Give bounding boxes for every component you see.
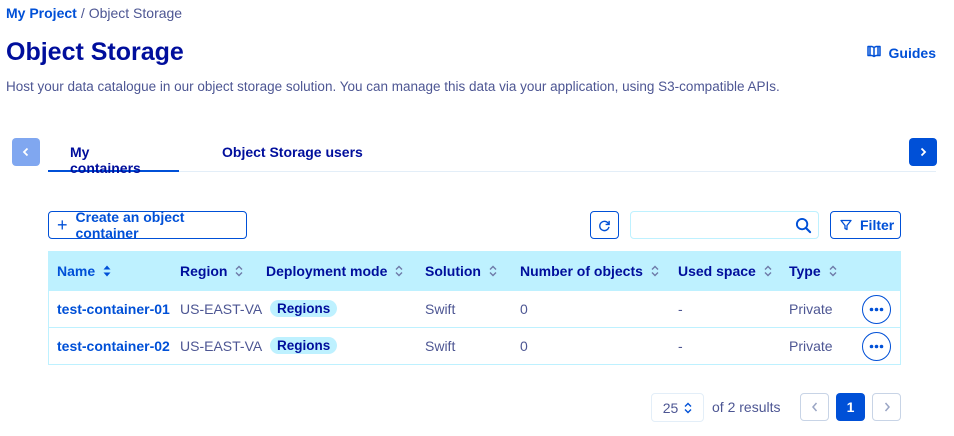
column-header-number-of-objects[interactable]: Number of objects bbox=[520, 263, 659, 279]
search-input[interactable] bbox=[635, 214, 785, 236]
chevron-right-icon bbox=[920, 147, 927, 157]
filter-label: Filter bbox=[860, 217, 895, 233]
table-row: test-container-01 US-EAST-VA Regions Swi… bbox=[49, 290, 900, 327]
guides-link[interactable]: Guides bbox=[866, 44, 936, 61]
row-actions-button[interactable] bbox=[862, 295, 891, 324]
sort-icon bbox=[651, 265, 659, 277]
chevron-right-icon bbox=[884, 402, 890, 412]
tab-my-containers[interactable]: My containers bbox=[48, 136, 179, 176]
deployment-badge: Regions bbox=[270, 337, 338, 354]
tabs-scroll-right-button[interactable] bbox=[909, 138, 937, 166]
sort-icon bbox=[764, 265, 772, 277]
guides-label: Guides bbox=[888, 44, 936, 61]
sort-icon bbox=[829, 265, 837, 277]
region-cell: US-EAST-VA bbox=[180, 338, 263, 354]
sort-icon bbox=[395, 265, 403, 277]
filter-button[interactable]: Filter bbox=[830, 211, 901, 239]
chevron-left-icon bbox=[811, 402, 817, 412]
table-row: test-container-02 US-EAST-VA Regions Swi… bbox=[49, 327, 900, 364]
create-container-button[interactable]: + Create an object container bbox=[48, 209, 247, 241]
page-description: Host your data catalogue in our object s… bbox=[6, 79, 780, 94]
plus-icon: + bbox=[57, 215, 68, 235]
breadcrumb-separator: / bbox=[80, 5, 85, 21]
book-icon bbox=[866, 44, 881, 61]
used-space-cell: - bbox=[678, 338, 683, 354]
refresh-icon bbox=[599, 220, 610, 231]
objects-cell: 0 bbox=[520, 301, 528, 317]
sort-icon bbox=[489, 265, 497, 277]
type-cell: Private bbox=[789, 338, 833, 354]
sort-icon bbox=[103, 265, 111, 277]
filter-icon bbox=[840, 219, 852, 231]
column-header-deployment-mode[interactable]: Deployment mode bbox=[266, 263, 403, 279]
more-icon bbox=[869, 344, 884, 349]
region-cell: US-EAST-VA bbox=[180, 301, 263, 317]
used-space-cell: - bbox=[678, 301, 683, 317]
results-count: of 2 results bbox=[712, 399, 781, 415]
breadcrumb-current: Object Storage bbox=[88, 5, 183, 21]
row-actions-button[interactable] bbox=[862, 332, 891, 361]
solution-cell: Swift bbox=[425, 301, 456, 317]
objects-cell: 0 bbox=[520, 338, 528, 354]
table-header: Name Region Deployment mode Solution Num… bbox=[49, 252, 900, 290]
breadcrumb-project-link[interactable]: My Project bbox=[6, 5, 77, 21]
column-header-type[interactable]: Type bbox=[789, 263, 837, 279]
breadcrumb: My Project / Object Storage bbox=[6, 5, 182, 21]
sort-icon bbox=[235, 265, 243, 277]
previous-page-button[interactable] bbox=[800, 393, 829, 421]
chevron-left-icon bbox=[22, 147, 29, 157]
container-name-link[interactable]: test-container-01 bbox=[57, 301, 170, 317]
create-container-label: Create an object container bbox=[75, 209, 185, 241]
column-header-used-space[interactable]: Used space bbox=[678, 263, 772, 279]
chevron-up-down-icon bbox=[684, 402, 692, 413]
next-page-button[interactable] bbox=[872, 393, 901, 421]
column-header-region[interactable]: Region bbox=[180, 263, 243, 279]
tabs-scroll-left-button[interactable] bbox=[12, 138, 40, 166]
search-icon[interactable] bbox=[795, 217, 812, 234]
page-title: Object Storage bbox=[6, 38, 184, 66]
more-icon bbox=[869, 307, 884, 312]
tab-bar: My containers Object Storage users bbox=[48, 136, 936, 176]
container-name-link[interactable]: test-container-02 bbox=[57, 338, 170, 354]
page-size-value: 25 bbox=[662, 399, 679, 416]
refresh-button[interactable] bbox=[590, 211, 619, 239]
column-header-name[interactable]: Name bbox=[57, 263, 111, 279]
solution-cell: Swift bbox=[425, 338, 456, 354]
page-size-select[interactable]: 25 bbox=[651, 393, 704, 422]
containers-table: Name Region Deployment mode Solution Num… bbox=[48, 251, 901, 365]
deployment-badge: Regions bbox=[270, 300, 338, 317]
page-button-current[interactable]: 1 bbox=[836, 393, 865, 421]
search-field bbox=[630, 211, 819, 239]
type-cell: Private bbox=[789, 301, 833, 317]
column-header-solution[interactable]: Solution bbox=[425, 263, 497, 279]
tab-object-storage-users[interactable]: Object Storage users bbox=[179, 136, 385, 172]
